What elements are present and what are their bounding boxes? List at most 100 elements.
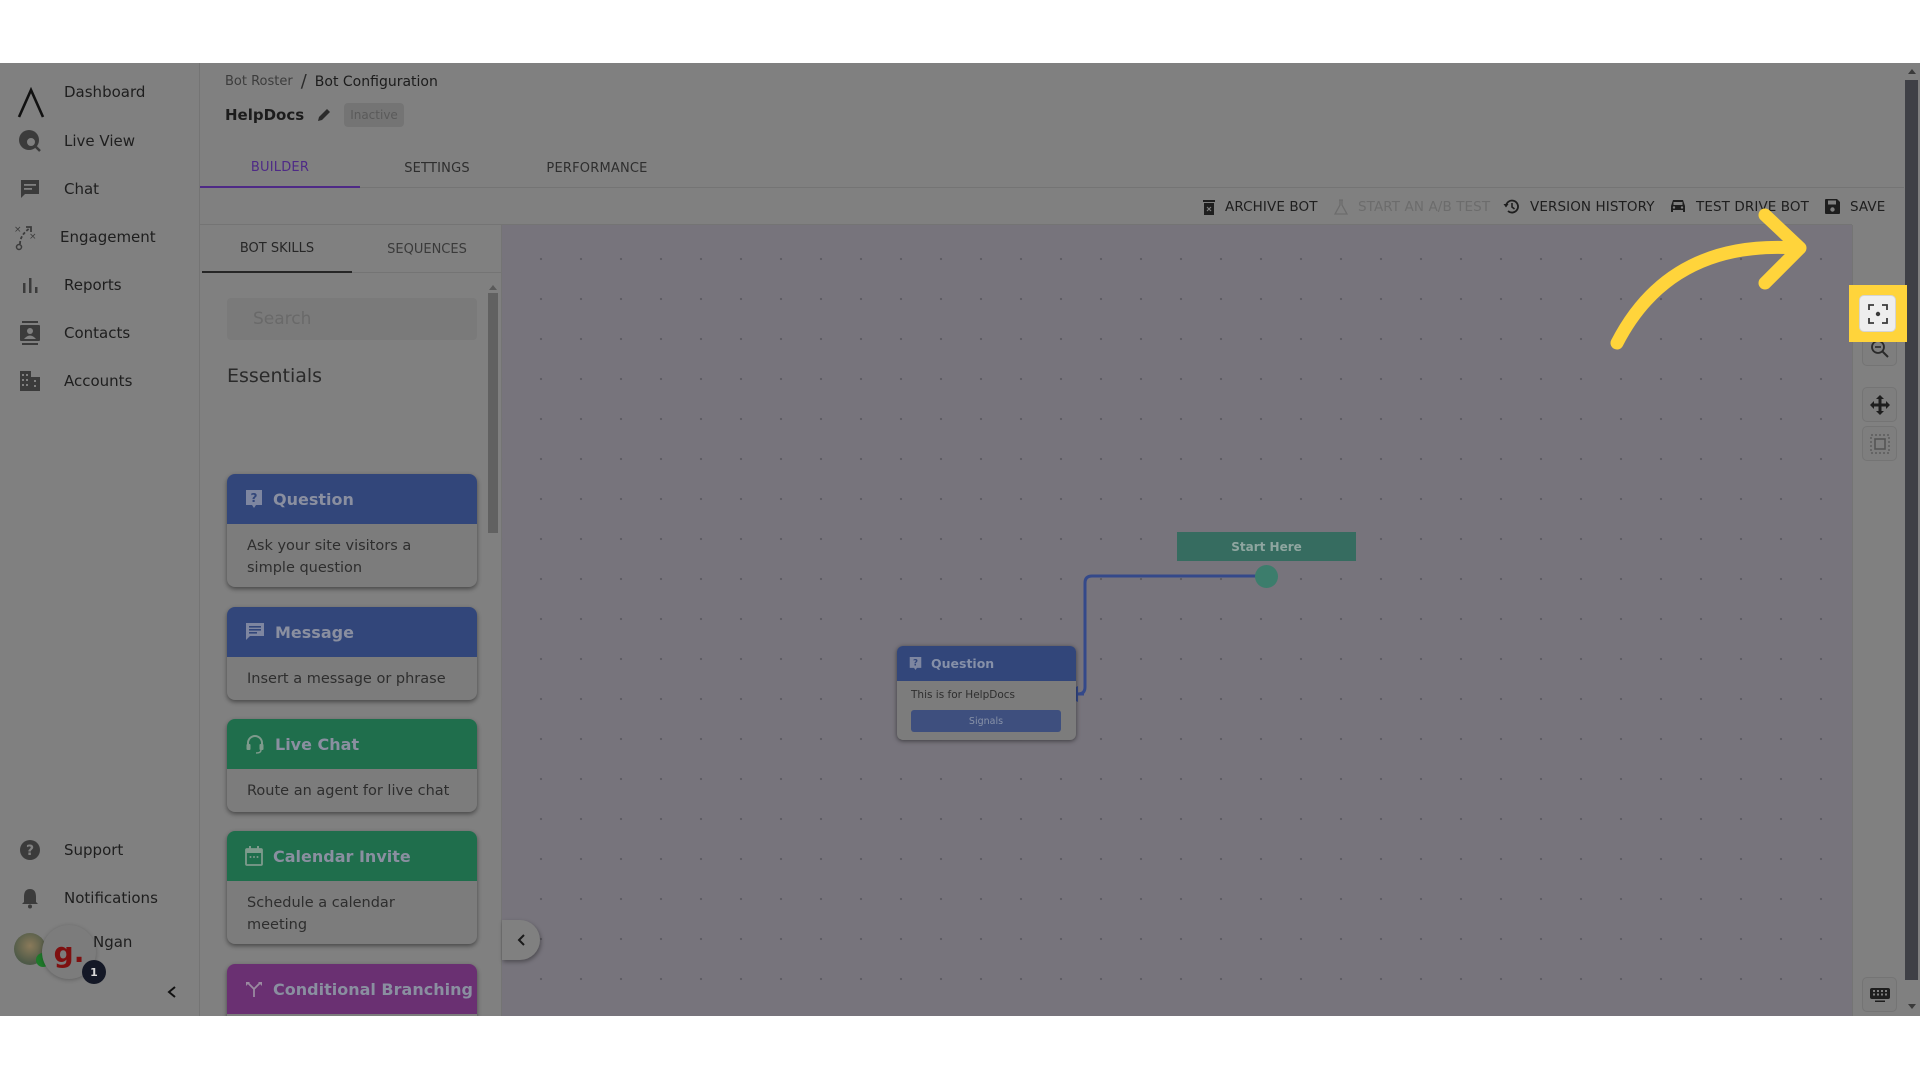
tab-settings[interactable]: SETTINGS [357,149,517,188]
skill-card-question[interactable]: ? Question Ask your site visitors a simp… [227,474,477,587]
bar-chart-icon [17,272,43,298]
sidebar-item-dashboard[interactable]: Dashboard [0,72,200,118]
scroll-up-arrow-icon[interactable] [489,285,497,290]
skills-search-input[interactable] [227,298,477,340]
building-icon [17,368,43,394]
flask-icon [1334,198,1348,215]
start-ab-test-button[interactable]: START AN A/B TEST [1334,188,1490,225]
message-icon [246,623,264,640]
edge-layer [1062,574,1266,702]
notification-count-badge: 1 [82,960,106,984]
scroll-down-arrow-icon[interactable] [1908,1004,1916,1009]
sidebar-item-live-view[interactable]: Live View [0,121,200,161]
sidebar-item-label: Support [64,841,124,859]
sidebar-item-label: Chat [64,180,100,198]
sidebar-item-label: Notifications [64,889,158,907]
globe-search-icon [17,128,43,154]
start-ab-test-label: START AN A/B TEST [1358,198,1491,215]
bubble-letter: g. [53,935,85,969]
svg-text:×: × [14,225,22,235]
question-bubble-icon: ? [909,657,922,670]
version-history-button[interactable]: VERSION HISTORY [1503,188,1655,225]
skill-card-title: Message [275,622,354,642]
sidebar-item-chat[interactable]: Chat [0,169,200,209]
pencil-icon [318,109,331,121]
sidebar-item-label: Reports [64,276,122,294]
skills-tabs: BOT SKILLS SEQUENCES [202,225,502,273]
tab-performance[interactable]: PERFORMANCE [517,149,677,188]
main-tabs: BUILDER SETTINGS PERFORMANCE [200,149,1904,188]
archive-bot-label: ARCHIVE BOT [1225,198,1318,215]
scrollbar-thumb[interactable] [1905,80,1918,980]
contact-card-icon [17,320,43,346]
skill-card-title: Question [273,489,354,509]
select-area-icon [1869,433,1890,454]
skill-card-title: Live Chat [275,734,360,754]
scroll-up-arrow-icon[interactable] [1908,69,1916,74]
skill-card-message[interactable]: Message Insert a message or phrase [227,607,477,700]
sidebar-item-notifications[interactable]: Notifications [0,878,200,918]
skill-card-calendar-invite[interactable]: Calendar Invite Schedule a calendar meet… [227,831,477,944]
tab-bot-skills[interactable]: BOT SKILLS [202,225,352,273]
keyboard-shortcuts-button[interactable] [1862,977,1897,1012]
sidebar-item-label: Dashboard [64,83,146,101]
sidebar-item-contacts[interactable]: Contacts [0,313,200,353]
skills-panel: BOT SKILLS SEQUENCES Essentials ? Questi… [200,225,502,1016]
question-node[interactable]: ? Question This is for HelpDocs Signals [897,646,1076,740]
select-area-button[interactable] [1862,426,1897,461]
tab-sequences[interactable]: SEQUENCES [352,225,502,273]
skill-card-description: Route an agent for live chat [247,783,450,799]
sidebar-item-support[interactable]: ? Support [0,830,200,870]
test-drive-bot-label: TEST DRIVE BOT [1696,198,1809,215]
help-circle-icon: ? [17,837,43,863]
tab-builder[interactable]: BUILDER [200,149,360,188]
section-title-essentials: Essentials [227,365,323,387]
pan-button[interactable] [1862,387,1897,422]
sidebar-item-engagement[interactable]: × × Engagement [0,217,200,257]
skill-card-description: Schedule a calendar meeting [247,895,395,933]
breadcrumb-current: Bot Configuration [314,73,438,90]
start-node-output-handle[interactable] [1255,565,1278,588]
svg-text:?: ? [913,659,918,669]
bot-title-row: HelpDocs Inactive [225,103,404,127]
save-label: SAVE [1850,198,1886,215]
page-scrollbar[interactable] [1904,63,1920,1016]
edge-start-to-question[interactable] [1077,574,1266,696]
test-drive-bot-button[interactable]: TEST DRIVE BOT [1670,188,1809,225]
chevron-left-icon [517,934,525,946]
page-header: Bot Roster / Bot Configuration HelpDocs … [200,63,1904,188]
save-button[interactable]: SAVE [1825,188,1885,225]
svg-text:?: ? [26,843,34,859]
skills-scrollbar[interactable] [486,285,500,1016]
version-history-label: VERSION HISTORY [1530,198,1655,215]
sidebar-item-label: Live View [64,132,135,150]
trash-icon [1203,199,1215,215]
skill-card-description: Ask your site visitors a simple question [247,538,412,576]
collapse-sidebar-button[interactable] [160,980,184,1004]
sidebar: Dashboard Live View Chat × × Engagement R… [0,63,200,1016]
branch-icon [246,982,262,997]
signals-button[interactable]: Signals [911,710,1061,732]
fit-view-button[interactable] [1859,295,1896,332]
bot-name: HelpDocs [225,106,305,124]
archive-bot-button[interactable]: ARCHIVE BOT [1203,188,1318,225]
svg-text:?: ? [251,491,258,505]
skill-card-live-chat[interactable]: Live Chat Route an agent for live chat [227,719,477,812]
focus-center-icon [1867,303,1888,324]
user-name: Ngan [93,933,133,951]
scrollbar-thumb[interactable] [488,293,498,533]
sidebar-item-accounts[interactable]: Accounts [0,361,200,401]
start-here-node[interactable]: Start Here [1177,532,1356,561]
flow-canvas[interactable]: Start Here ? Question This is for HelpDo… [502,225,1852,1016]
play-strategy-icon: × × [14,224,40,251]
chevron-left-icon [167,986,176,998]
edit-name-button[interactable] [316,107,332,123]
sidebar-item-label: Contacts [64,324,131,342]
question-node-title: Question [931,656,995,671]
builder-toolbar: ARCHIVE BOT START AN A/B TEST VERSION HI… [200,188,1885,225]
user-profile[interactable]: g. 1 Ngan [0,925,200,984]
skill-card-title: Calendar Invite [273,846,411,866]
skill-card-conditional-branching[interactable]: Conditional Branching Branch based on co… [227,964,477,1016]
breadcrumb-bot-roster[interactable]: Bot Roster [225,74,293,89]
sidebar-item-reports[interactable]: Reports [0,265,200,305]
